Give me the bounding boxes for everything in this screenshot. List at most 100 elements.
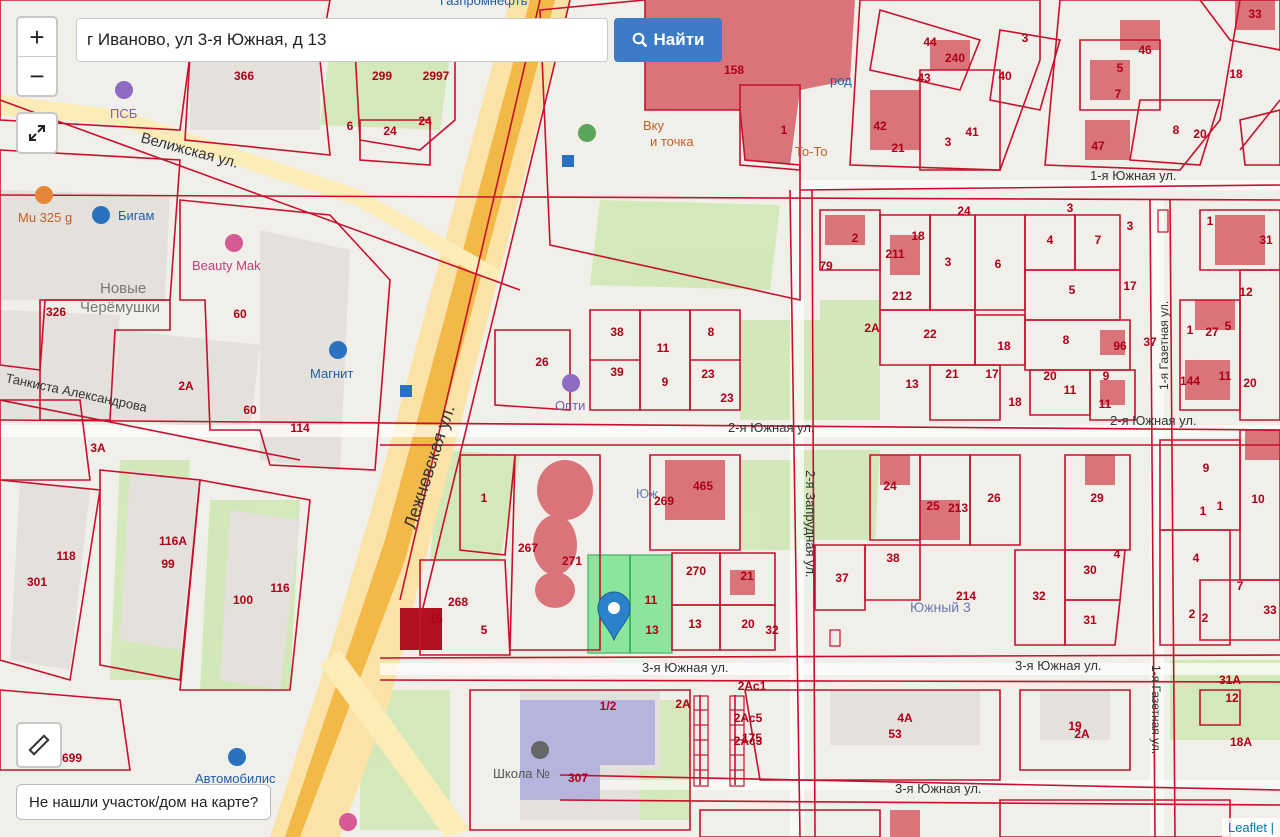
parcel-number: 17	[985, 367, 999, 381]
ruler-icon	[28, 734, 50, 756]
poi-cheremushki1: Новые	[100, 280, 146, 297]
parcel-number: 158	[724, 63, 744, 77]
bus-stop-icon	[562, 155, 574, 167]
parcel-number: 699	[62, 751, 82, 765]
poi-mu: Mu 325 g	[18, 210, 72, 225]
beauty-icon	[225, 234, 243, 252]
parcel-number: 5	[1225, 319, 1232, 333]
fullscreen-button[interactable]	[16, 112, 58, 154]
parcel-number: 6	[347, 119, 354, 133]
park-icon	[578, 124, 596, 142]
parcel-number: 2Ас5	[734, 711, 763, 725]
parcel-number: 32	[1032, 589, 1046, 603]
parcel-number: 2	[1189, 607, 1196, 621]
parcel-number: 21	[945, 367, 959, 381]
ruler-button[interactable]	[16, 722, 62, 768]
poi-optika: Опти	[555, 398, 585, 413]
parcel-number: 1	[781, 123, 788, 137]
parcel-number: 3А	[90, 441, 106, 455]
parcel-number: 18А	[1230, 735, 1252, 749]
parcel-number: 3	[1067, 201, 1074, 215]
street-label-yuzhnaya2b: 2-я Южная ул.	[1110, 413, 1197, 428]
parcel-number: 2А	[675, 697, 691, 711]
bank-icon	[115, 81, 133, 99]
parcel-number: 9	[1103, 369, 1110, 383]
parcel-number: 38	[886, 551, 900, 565]
parcel-number: 11	[1064, 383, 1077, 397]
parcel-number: 24	[957, 204, 971, 218]
parcel-number: 53	[888, 727, 902, 741]
poi-vkus2: и точка	[650, 134, 694, 149]
parcel-number: 33	[1263, 603, 1277, 617]
parcel-number: 326	[46, 305, 66, 319]
parcel-number: 33	[1248, 7, 1262, 21]
parcel-number: 366	[234, 69, 254, 83]
parcel-number: 37	[835, 571, 849, 585]
parcel-number: 79	[819, 259, 833, 273]
parcel-number: 4	[1114, 547, 1121, 561]
parcel-number: 465	[693, 479, 713, 493]
parcel-number: 299	[372, 69, 392, 83]
parcel-number: 2	[1202, 611, 1209, 625]
parcel-number: 2А	[178, 379, 194, 393]
street-label-gazetnaya2: 1-я Газетная ул.	[1149, 665, 1163, 754]
parcel-number: 15	[429, 612, 443, 626]
optics-icon	[562, 374, 580, 392]
parcel-number: 31	[1259, 233, 1273, 247]
poi-toto: То-То	[795, 144, 828, 159]
zoom-out-button[interactable]: −	[18, 56, 56, 95]
parcel-number: 116	[270, 581, 290, 595]
parcel-number: 37	[1143, 335, 1157, 349]
parcel-number: 42	[873, 119, 887, 133]
parcel-number: 20	[1193, 127, 1207, 141]
parcel-number: 3	[1127, 219, 1134, 233]
street-label-gazetnaya1: 1-я Газетная ул.	[1157, 301, 1171, 390]
parcel-number: 47	[1091, 139, 1105, 153]
poi-gorod: род	[830, 73, 852, 88]
not-found-button[interactable]: Не нашли участок/дом на карте?	[16, 784, 272, 820]
poi-school: Школа №	[493, 766, 550, 781]
street-label-yuzhnaya3c: 3-я Южная ул.	[895, 781, 982, 796]
parcel-number: 20	[741, 617, 755, 631]
parcel-number: 24	[383, 124, 397, 138]
parcel-number: 26	[987, 491, 1001, 505]
parcel-number: 1	[1217, 499, 1224, 513]
parcel-number: 211	[885, 247, 905, 261]
poi-magnit: Магнит	[310, 366, 353, 381]
parcel-number: 3	[1022, 31, 1029, 45]
parcel-number: 11	[1099, 397, 1112, 411]
parcel-number: 7	[1095, 233, 1102, 247]
parcel-number: 1	[481, 491, 488, 505]
parcel-number: 5	[481, 623, 488, 637]
parcel-number: 13	[688, 617, 702, 631]
parcel-number: 22	[923, 327, 937, 341]
parcel-number: 23	[720, 391, 734, 405]
parcel-number: 214	[956, 589, 976, 603]
zoom-in-button[interactable]: +	[18, 18, 56, 56]
find-button[interactable]: Найти	[614, 18, 722, 62]
parcel-number: 43	[917, 71, 931, 85]
parcel-number: 4А	[897, 711, 913, 725]
address-search-input[interactable]	[76, 18, 608, 62]
parcel-number: 240	[945, 51, 965, 65]
parcel-number: 1	[1200, 504, 1207, 518]
map-attribution[interactable]: Leaflet |	[1221, 818, 1280, 837]
parcel-number: 20	[1243, 376, 1257, 390]
parcel-number: 38	[610, 325, 624, 339]
parcel-number: 12	[1225, 691, 1239, 705]
street-label-yuzhnaya3b: 3-я Южная ул.	[1015, 658, 1102, 673]
parcel-number: 114	[290, 421, 310, 435]
parcel-number: 9	[1203, 461, 1210, 475]
parcel-number: 116А	[159, 534, 187, 548]
poi-bigam: Бигам	[118, 208, 154, 223]
supermarket-icon	[329, 341, 347, 359]
parcel-number: 60	[233, 307, 247, 321]
parcel-number: 6	[995, 257, 1002, 271]
parcel-number: 8	[708, 325, 715, 339]
pharmacy-icon	[339, 813, 357, 831]
cadastral-map[interactable]: Лежневская ул. Велижская ул. 1-я Южная у…	[0, 0, 1280, 837]
street-label-zaprudnaya: 2-я Запрудная ул.	[803, 470, 818, 578]
parcel-number: 2	[852, 231, 859, 245]
parcel-number: 2997	[423, 69, 450, 83]
parcel-number: 307	[568, 771, 588, 785]
